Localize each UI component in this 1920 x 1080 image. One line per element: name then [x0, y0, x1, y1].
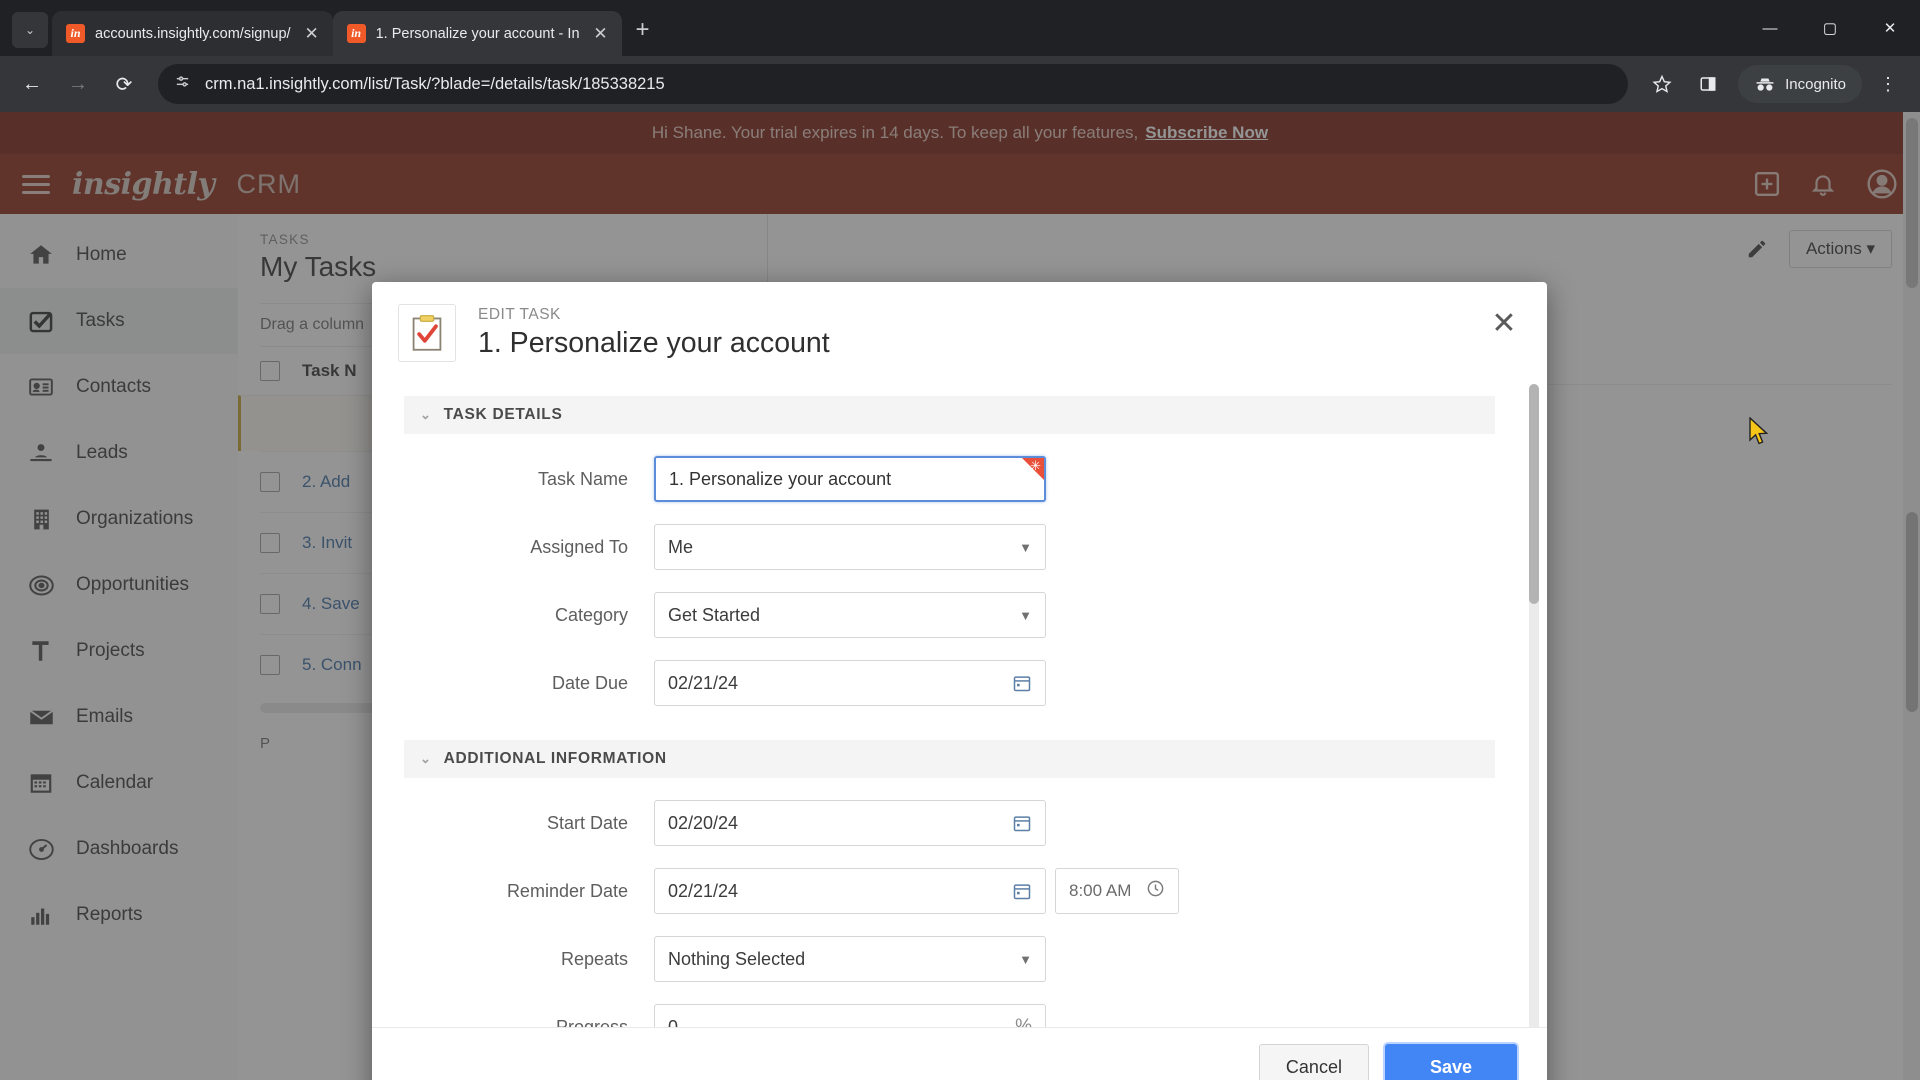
chevron-down-icon: ▼: [1019, 607, 1032, 623]
calendar-icon[interactable]: [1012, 673, 1032, 693]
field-label: Task Name: [537, 468, 628, 489]
section-title: ADDITIONAL INFORMATION: [443, 750, 667, 767]
tab-search-button[interactable]: ⌄: [12, 12, 48, 48]
date-due-value: 02/21/24: [668, 672, 739, 693]
repeats-selected-value: Nothing Selected: [668, 948, 806, 969]
start-date-input[interactable]: 02/20/24: [654, 800, 1046, 846]
browser-toolbar: ← → ⟳ crm.na1.insightly.com/list/Task/?b…: [0, 56, 1920, 112]
reminder-date-value: 02/21/24: [668, 880, 739, 901]
reload-icon[interactable]: ⟳: [104, 64, 144, 104]
clock-icon[interactable]: [1146, 879, 1165, 903]
dialog-title-block: EDIT TASK 1. Personalize your account: [478, 306, 830, 360]
browser-tabstrip: ⌄ in accounts.insightly.com/signup/ ✕ in…: [0, 0, 1920, 56]
incognito-label: Incognito: [1785, 75, 1846, 93]
tab-title: accounts.insightly.com/signup/: [95, 25, 291, 42]
side-panel-icon[interactable]: [1688, 64, 1728, 104]
insightly-favicon: in: [346, 24, 366, 43]
edit-task-dialog: EDIT TASK 1. Personalize your account ✕ …: [372, 282, 1547, 1080]
mouse-cursor: [1748, 416, 1770, 447]
forward-icon[interactable]: →: [58, 64, 98, 104]
close-window-icon[interactable]: ✕: [1860, 0, 1920, 56]
date-due-input[interactable]: 02/21/24: [654, 660, 1046, 706]
dialog-header: EDIT TASK 1. Personalize your account ✕: [372, 282, 1547, 378]
page-viewport: Hi Shane. Your trial expires in 14 days.…: [0, 112, 1920, 1080]
tab-title: 1. Personalize your account - In: [375, 25, 580, 42]
field-row-task-name: Task Name 1. Personalize your account ✳: [404, 456, 1495, 502]
incognito-indicator[interactable]: Incognito: [1738, 65, 1862, 103]
close-icon[interactable]: ✕: [1487, 306, 1521, 340]
field-label: Progress: [555, 1016, 628, 1028]
assigned-to-selected-value: Me: [668, 536, 694, 557]
browser-window: ⌄ in accounts.insightly.com/signup/ ✕ in…: [0, 0, 1920, 1080]
reminder-time-input[interactable]: 8:00 AM: [1055, 868, 1179, 914]
chevron-down-icon: ⌄: [420, 407, 432, 422]
field-label: Category: [554, 604, 628, 625]
chevron-down-icon: ▼: [1019, 951, 1032, 967]
address-bar[interactable]: crm.na1.insightly.com/list/Task/?blade=/…: [158, 64, 1629, 104]
chevron-down-icon: ▼: [1019, 539, 1032, 555]
maximize-icon[interactable]: ▢: [1800, 0, 1860, 56]
close-icon[interactable]: ✕: [301, 24, 323, 44]
field-row-category: Category Get Started ▼: [404, 592, 1495, 638]
window-controls: — ▢ ✕: [1740, 0, 1920, 56]
minimize-icon[interactable]: —: [1740, 0, 1800, 56]
address-bar-url: crm.na1.insightly.com/list/Task/?blade=/…: [205, 74, 665, 93]
percent-icon: %: [1015, 1016, 1032, 1027]
dialog-scrollbar-thumb[interactable]: [1529, 384, 1539, 604]
progress-input[interactable]: 0 %: [654, 1004, 1046, 1027]
dialog-title: 1. Personalize your account: [478, 327, 830, 359]
section-header-task-details[interactable]: ⌄ TASK DETAILS: [404, 396, 1495, 434]
reminder-date-input[interactable]: 02/21/24: [654, 868, 1046, 914]
field-label: Assigned To: [530, 536, 628, 557]
chevron-down-icon: ⌄: [420, 751, 432, 766]
site-settings-icon[interactable]: [174, 73, 191, 95]
field-label: Date Due: [551, 672, 628, 693]
field-label: Reminder Date: [506, 880, 628, 901]
dialog-eyebrow: EDIT TASK: [478, 306, 561, 323]
save-button[interactable]: Save: [1384, 1044, 1517, 1080]
field-row-assigned-to: Assigned To Me ▼: [404, 524, 1495, 570]
field-row-reminder-date: Reminder Date 02/21/24 8:00 AM: [404, 868, 1495, 914]
task-name-value: 1. Personalize your account: [669, 468, 892, 489]
required-asterisk: ✳: [1030, 458, 1041, 473]
field-label: Repeats: [560, 948, 628, 969]
reminder-time-value: 8:00 AM: [1069, 881, 1132, 900]
category-selected-value: Get Started: [668, 604, 761, 625]
category-select[interactable]: Get Started ▼: [654, 592, 1046, 638]
chevron-down-icon: ⌄: [24, 23, 36, 37]
close-icon[interactable]: ✕: [590, 24, 612, 44]
repeats-select[interactable]: Nothing Selected ▼: [654, 936, 1046, 982]
field-row-repeats: Repeats Nothing Selected ▼: [404, 936, 1495, 982]
field-label: Start Date: [546, 812, 628, 833]
dialog-footer: Cancel Save: [372, 1027, 1547, 1080]
calendar-icon[interactable]: [1012, 881, 1032, 901]
calendar-icon[interactable]: [1012, 813, 1032, 833]
incognito-icon: [1756, 78, 1774, 91]
start-date-value: 02/20/24: [668, 812, 739, 833]
back-icon[interactable]: ←: [12, 64, 52, 104]
field-row-start-date: Start Date 02/20/24: [404, 800, 1495, 846]
browser-tab-2[interactable]: in 1. Personalize your account - In ✕: [332, 11, 622, 56]
star-icon[interactable]: [1642, 64, 1682, 104]
field-row-date-due: Date Due 02/21/24: [404, 660, 1495, 706]
clipboard-check-icon: [398, 304, 456, 362]
field-row-progress: Progress 0 %: [404, 1004, 1495, 1027]
insightly-favicon: in: [66, 24, 85, 43]
dialog-form: ⌄ TASK DETAILS Task Name 1. Personalize …: [372, 378, 1527, 1027]
assigned-to-select[interactable]: Me ▼: [654, 524, 1046, 570]
dialog-body: ⌄ TASK DETAILS Task Name 1. Personalize …: [372, 378, 1547, 1027]
three-dot-menu-icon[interactable]: ⋮: [1868, 64, 1908, 104]
cancel-button[interactable]: Cancel: [1258, 1044, 1369, 1080]
browser-tab-1[interactable]: in accounts.insightly.com/signup/ ✕: [52, 11, 333, 56]
section-header-additional-information[interactable]: ⌄ ADDITIONAL INFORMATION: [404, 740, 1495, 778]
new-tab-button[interactable]: +: [622, 16, 664, 56]
section-title: TASK DETAILS: [443, 406, 563, 423]
task-name-input[interactable]: 1. Personalize your account ✳: [654, 456, 1046, 502]
progress-value: 0: [668, 1016, 679, 1028]
